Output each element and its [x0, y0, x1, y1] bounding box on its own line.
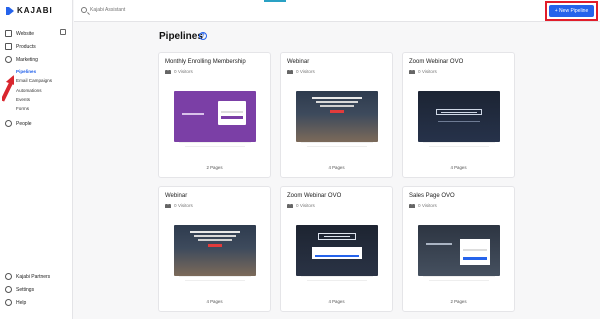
sidebar-item-marketing[interactable]: Marketing [5, 56, 38, 63]
pipeline-card-visitors: 0 Visitors [165, 203, 193, 208]
visitors-label: 0 Visitors [296, 203, 315, 208]
page-stack-decoration [423, 276, 495, 282]
pipeline-card-visitors: 0 Visitors [409, 203, 437, 208]
brand-name: KAJABI [17, 6, 53, 15]
pipeline-card-title: Sales Page OVO [409, 193, 455, 199]
monitor-icon [5, 30, 12, 37]
sidebar-item-label: Marketing [16, 56, 38, 63]
sidebar-item-help[interactable]: Help [5, 299, 26, 306]
page-stack-decoration [301, 276, 373, 282]
page-stack-decoration [179, 276, 251, 282]
kajabi-logo[interactable]: KAJABI [6, 6, 53, 15]
pipeline-thumbnail[interactable] [296, 91, 378, 142]
assistant-search-input[interactable] [90, 7, 210, 13]
partners-icon [5, 273, 12, 280]
sidebar-item-label: Settings [16, 286, 35, 293]
pipeline-card[interactable]: Zoom Webinar OVO 0 Visitors 4 Pages [280, 186, 393, 312]
kajabi-logo-icon [6, 6, 14, 15]
sidebar: KAJABI Website Products Marketing Pipeli… [0, 0, 73, 319]
help-icon [5, 299, 12, 306]
sidebar-item-products[interactable]: Products [5, 43, 36, 50]
sidebar-item-settings[interactable]: Settings [5, 286, 34, 293]
visitors-label: 0 Visitors [174, 203, 193, 208]
pipeline-card[interactable]: Zoom Webinar OVO 0 Visitors 4 Pages [402, 52, 515, 178]
page-title: Pipelines [159, 31, 203, 42]
pipeline-card-visitors: 0 Visitors [287, 203, 315, 208]
visitors-label: 0 Visitors [418, 69, 437, 74]
pipeline-card[interactable]: Webinar 0 Visitors 4 Pages [158, 186, 271, 312]
sidebar-subitem-automations[interactable]: Automations [16, 88, 42, 93]
people-icon [409, 69, 415, 74]
page-stack-decoration [301, 142, 373, 148]
megaphone-icon [5, 56, 12, 63]
sidebar-item-kajabi-partners[interactable]: Kajabi Partners [5, 273, 50, 280]
sidebar-item-label: Products [16, 43, 36, 50]
new-pipeline-button[interactable]: + New Pipeline [549, 5, 594, 17]
people-icon [287, 203, 293, 208]
sidebar-subitem-events[interactable]: Events [16, 97, 30, 102]
pipeline-thumbnail[interactable] [418, 225, 500, 276]
sidebar-item-people[interactable]: People [5, 120, 32, 127]
people-icon [287, 69, 293, 74]
pipeline-thumbnail[interactable] [174, 225, 256, 276]
tag-icon [5, 43, 12, 50]
sidebar-item-label: Kajabi Partners [16, 273, 51, 280]
pipeline-card-title: Webinar [287, 59, 310, 65]
people-icon [165, 69, 171, 74]
pipeline-card-pages: 2 Pages [450, 299, 467, 304]
visitors-label: 0 Visitors [296, 69, 315, 74]
annotation-arrow-icon [2, 75, 14, 102]
pipeline-thumbnail[interactable] [174, 91, 256, 142]
pipeline-card-title: Monthly Enrolling Membership [165, 59, 246, 65]
pipeline-card-title: Zoom Webinar OVO [409, 59, 464, 65]
sidebar-item-website[interactable]: Website [5, 30, 34, 37]
pipeline-card-pages: 2 Pages [206, 165, 223, 170]
pipeline-card-pages: 4 Pages [206, 299, 223, 304]
topbar [74, 0, 600, 22]
sidebar-subitem-forms[interactable]: Forms [16, 106, 29, 111]
people-icon [409, 203, 415, 208]
pipeline-card-visitors: 0 Visitors [287, 69, 315, 74]
pipeline-card[interactable]: Sales Page OVO 0 Visitors 2 Pages [402, 186, 515, 312]
sidebar-item-label: Help [16, 299, 27, 306]
person-icon [5, 120, 12, 127]
loading-indicator [264, 0, 286, 2]
sidebar-item-label: Website [16, 30, 34, 37]
visitors-label: 0 Visitors [418, 203, 437, 208]
help-circle-icon[interactable]: ? [199, 32, 207, 40]
sidebar-item-label: People [16, 120, 32, 127]
gear-icon [5, 286, 12, 293]
pipeline-thumbnail[interactable] [296, 225, 378, 276]
pipeline-card-visitors: 0 Visitors [165, 69, 193, 74]
page-stack-decoration [423, 142, 495, 148]
pipeline-card-visitors: 0 Visitors [409, 69, 437, 74]
external-link-icon[interactable] [60, 29, 66, 35]
pipeline-card[interactable]: Webinar 0 Visitors 4 Pages [280, 52, 393, 178]
pipeline-thumbnail[interactable] [418, 91, 500, 142]
pipeline-card[interactable]: Monthly Enrolling Membership 0 Visitors … [158, 52, 271, 178]
people-icon [165, 203, 171, 208]
visitors-label: 0 Visitors [174, 69, 193, 74]
sidebar-subitem-pipelines[interactable]: Pipelines [16, 69, 36, 74]
sidebar-subitem-email-campaigns[interactable]: Email Campaigns [16, 78, 52, 83]
pipeline-card-pages: 4 Pages [328, 299, 345, 304]
pipeline-card-pages: 4 Pages [450, 165, 467, 170]
search-icon [81, 7, 87, 13]
pipeline-card-title: Webinar [165, 193, 188, 199]
page-stack-decoration [179, 142, 251, 148]
pipeline-card-pages: 4 Pages [328, 165, 345, 170]
pipeline-card-title: Zoom Webinar OVO [287, 193, 342, 199]
